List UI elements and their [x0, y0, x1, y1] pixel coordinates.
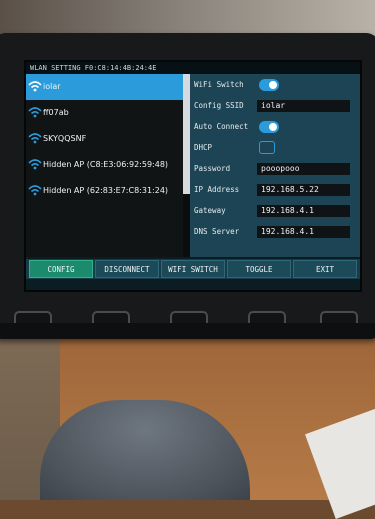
scrollbar[interactable]: [183, 74, 190, 257]
settings-panel: WiFi Switch Config SSID iolar Auto Conne…: [190, 74, 360, 257]
toggle-button[interactable]: TOGGLE: [227, 260, 291, 278]
password-field[interactable]: pooopooo: [257, 163, 350, 175]
config-ssid-row: Config SSID iolar: [190, 97, 360, 118]
config-button[interactable]: CONFIG: [29, 260, 93, 278]
toggle-knob: [269, 81, 277, 89]
dhcp-row: DHCP: [190, 139, 360, 160]
wifi-switch-label: WiFi Switch: [194, 80, 244, 89]
ap-item[interactable]: SKYQQSNF: [26, 126, 183, 152]
gateway-label: Gateway: [194, 206, 226, 215]
ap-item[interactable]: Hidden AP (62:83:E7:C8:31:24): [26, 178, 183, 204]
ip-address-label: IP Address: [194, 185, 240, 194]
ap-name: Hidden AP (62:83:E7:C8:31:24): [43, 186, 169, 195]
config-ssid-label: Config SSID: [194, 101, 244, 110]
exit-button[interactable]: EXIT: [293, 260, 357, 278]
config-ssid-field[interactable]: iolar: [257, 100, 350, 112]
disconnect-button[interactable]: DISCONNECT: [95, 260, 159, 278]
ap-name: Hidden AP (C8:E3:06:92:59:48): [43, 160, 169, 169]
ap-item[interactable]: ff07ab: [26, 100, 183, 126]
auto-connect-row: Auto Connect: [190, 118, 360, 139]
ap-name: SKYQQSNF: [43, 134, 87, 143]
wifi-icon: [28, 133, 42, 144]
title-bar: WLAN SETTING F0:C8:14:4B:24:4E: [26, 62, 360, 74]
ap-item[interactable]: Hidden AP (C8:E3:06:92:59:48): [26, 152, 183, 178]
ap-name: iolar: [43, 82, 61, 91]
dns-server-field[interactable]: 192.168.4.1: [257, 226, 350, 238]
ap-name: ff07ab: [43, 108, 69, 117]
menu-bar: CONFIG DISCONNECT WIFI SWITCH TOGGLE EXI…: [26, 259, 360, 279]
password-row: Password pooopooo: [190, 160, 360, 181]
dns-server-label: DNS Server: [194, 227, 240, 236]
wifi-icon: [28, 159, 42, 170]
gateway-field[interactable]: 192.168.4.1: [257, 205, 350, 217]
dhcp-label: DHCP: [194, 143, 213, 152]
wifi-switch-button[interactable]: WIFI SWITCH: [161, 260, 225, 278]
lcd-screen: WLAN SETTING F0:C8:14:4B:24:4E iolar ff0…: [24, 60, 362, 292]
wifi-icon: [28, 107, 42, 118]
ap-item[interactable]: iolar: [26, 74, 183, 100]
auto-connect-toggle[interactable]: [259, 121, 279, 133]
password-label: Password: [194, 164, 231, 173]
gateway-row: Gateway 192.168.4.1: [190, 202, 360, 223]
access-point-list: iolar ff07ab SKYQQSNF Hidden AP (C8:E3:0…: [26, 74, 183, 257]
wifi-icon: [28, 81, 42, 92]
ip-address-field[interactable]: 192.168.5.22: [257, 184, 350, 196]
ip-address-row: IP Address 192.168.5.22: [190, 181, 360, 202]
dhcp-checkbox[interactable]: [259, 141, 275, 154]
scrollbar-thumb[interactable]: [183, 74, 190, 194]
wifi-switch-toggle[interactable]: [259, 79, 279, 91]
wifi-switch-row: WiFi Switch: [190, 76, 360, 97]
handheld-device: WLAN SETTING F0:C8:14:4B:24:4E iolar ff0…: [0, 33, 375, 339]
auto-connect-label: Auto Connect: [194, 122, 249, 131]
toggle-knob: [269, 123, 277, 131]
device-base: [0, 323, 375, 339]
dns-server-row: DNS Server 192.168.4.1: [190, 223, 360, 244]
wifi-icon: [28, 185, 42, 196]
